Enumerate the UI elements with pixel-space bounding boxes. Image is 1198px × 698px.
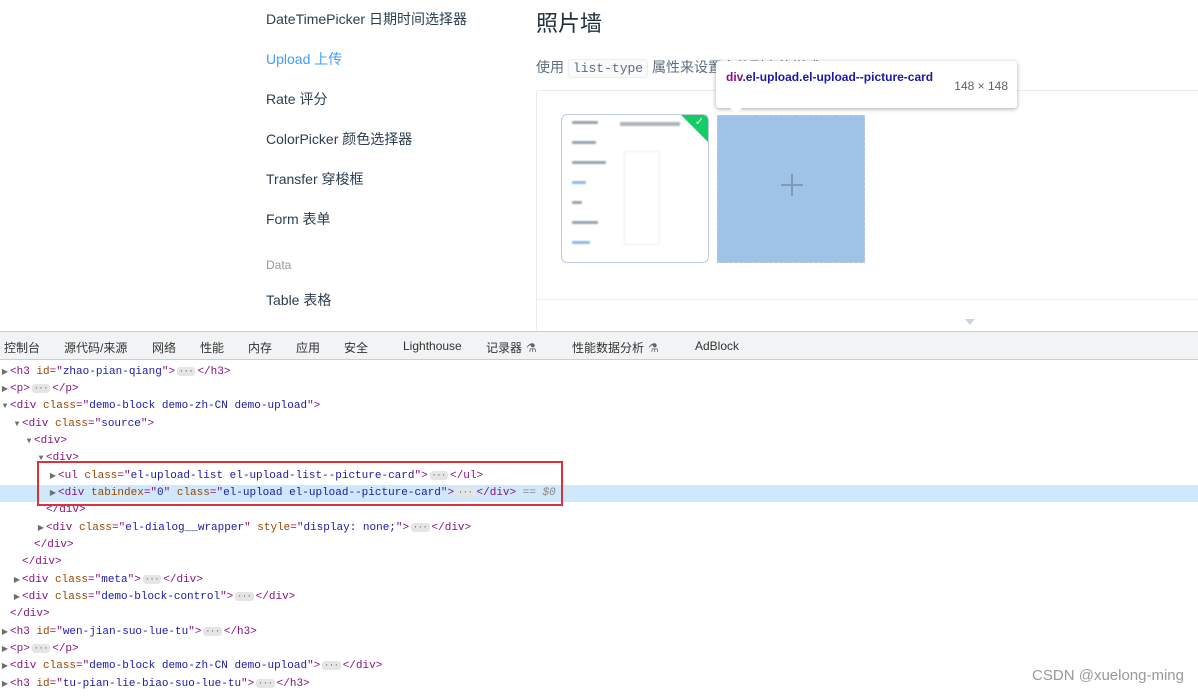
tooltip-selector: div.el-upload.el-upload--picture-card [726, 70, 934, 84]
tab-network[interactable]: 网络 [152, 339, 176, 356]
dom-node-row[interactable]: ▶ <p> ··· </p> [0, 641, 1198, 658]
inspect-tooltip: div.el-upload.el-upload--picture-card 14… [716, 61, 1017, 114]
sidebar-item-transfer[interactable]: Transfer 穿梭框 [266, 169, 364, 189]
thumbnail-preview-image [562, 115, 708, 262]
tooltip-size: 148 × 148 [954, 79, 1008, 93]
tab-application[interactable]: 应用 [296, 339, 320, 356]
section-title: 照片墙 [536, 11, 603, 36]
tab-memory[interactable]: 内存 [248, 339, 272, 356]
dom-node-row[interactable]: ▶ <p> ··· </p> [0, 381, 1198, 398]
tab-adblock[interactable]: AdBlock [695, 339, 739, 353]
dom-node-row[interactable]: </div> [0, 606, 1198, 623]
watermark: CSDN @xuelong-ming [1032, 667, 1184, 684]
sidebar-item-table[interactable]: Table 表格 [266, 290, 331, 310]
desc-prefix: 使用 [536, 59, 564, 75]
uploaded-image-thumbnail[interactable]: ✓ [561, 114, 709, 263]
dom-node-row[interactable]: ▶ <div class="demo-block-control"> ··· </d… [0, 589, 1198, 606]
dom-node-row[interactable]: ▶ <h3 id="zhao-pian-qiang"> ··· </h3> [0, 364, 1198, 381]
sidebar-item-rate[interactable]: Rate 评分 [266, 89, 327, 109]
check-icon: ✓ [694, 116, 704, 128]
flask-icon: ⚗ [526, 341, 537, 355]
dom-node-row[interactable]: ▶ <h3 id="wen-jian-suo-lue-tu"> ··· </h3> [0, 624, 1198, 641]
dom-node-row[interactable]: ▶ <h3 id="tu-pian-lie-biao-suo-lue-tu"> ·… [0, 676, 1198, 693]
dom-node-row[interactable]: ▶ <div class="el-dialog__wrapper" style=… [0, 520, 1198, 537]
dom-node-row[interactable]: ▼ <div class="demo-block demo-zh-CN demo… [0, 398, 1198, 415]
sidebar-item-upload[interactable]: Upload 上传 [266, 49, 342, 69]
plus-icon-vertical [791, 174, 793, 196]
dom-node-row[interactable]: ▶ <div class="demo-block demo-zh-CN demo… [0, 658, 1198, 675]
tab-security[interactable]: 安全 [344, 339, 368, 356]
devtools-panel: 控制台 源代码/来源 网络 性能 内存 应用 安全 Lighthouse 记录器… [0, 331, 1198, 698]
dom-node-row[interactable]: ▼ <div> [0, 450, 1198, 467]
sidebar-item-colorpicker[interactable]: ColorPicker 颜色选择器 [266, 129, 412, 149]
tab-console[interactable]: 控制台 [4, 339, 40, 356]
sidebar-item-datetimepicker[interactable]: DateTimePicker 日期时间选择器 [266, 9, 467, 29]
tab-performance-insights[interactable]: 性能数据分析 ⚗ [572, 339, 659, 356]
dom-node-row[interactable]: ▼ <div class="source"> [0, 416, 1198, 433]
tooltip-arrow [729, 107, 743, 114]
tab-recorder[interactable]: 记录器 ⚗ [486, 339, 537, 356]
dom-node-row[interactable]: ▶ <div class="meta"> ··· </div> [0, 572, 1198, 589]
desc-code: list-type [567, 59, 649, 78]
dom-node-row-selected[interactable]: ▶ <div tabindex="0" class="el-upload el-… [0, 485, 1198, 502]
expand-arrow-icon[interactable] [965, 319, 975, 325]
elements-tree: ▶ <h3 id="zhao-pian-qiang"> ··· </h3> ▶ <p… [0, 360, 1198, 698]
devtools-tabbar: 控制台 源代码/来源 网络 性能 内存 应用 安全 Lighthouse 记录器… [0, 332, 1198, 360]
tab-performance[interactable]: 性能 [200, 339, 224, 356]
sidebar-item-form[interactable]: Form 表单 [266, 209, 331, 229]
demo-divider [537, 299, 1198, 300]
dom-node-row[interactable]: ▶ <ul class="el-upload-list el-upload-li… [0, 468, 1198, 485]
dom-node-row[interactable]: ▼ <div> [0, 433, 1198, 450]
flask-icon: ⚗ [648, 341, 659, 355]
tab-sources[interactable]: 源代码/来源 [64, 339, 127, 356]
sidebar-group-label: Data [266, 258, 292, 272]
dom-node-row[interactable]: </div> [0, 537, 1198, 554]
dom-node-row[interactable]: </div> [0, 554, 1198, 571]
upload-trigger-button[interactable] [717, 115, 865, 263]
tab-lighthouse[interactable]: Lighthouse [403, 339, 462, 353]
page-area: DateTimePicker 日期时间选择器 Upload 上传 Rate 评分… [0, 0, 1198, 331]
dom-node-row[interactable]: </div> [0, 502, 1198, 519]
